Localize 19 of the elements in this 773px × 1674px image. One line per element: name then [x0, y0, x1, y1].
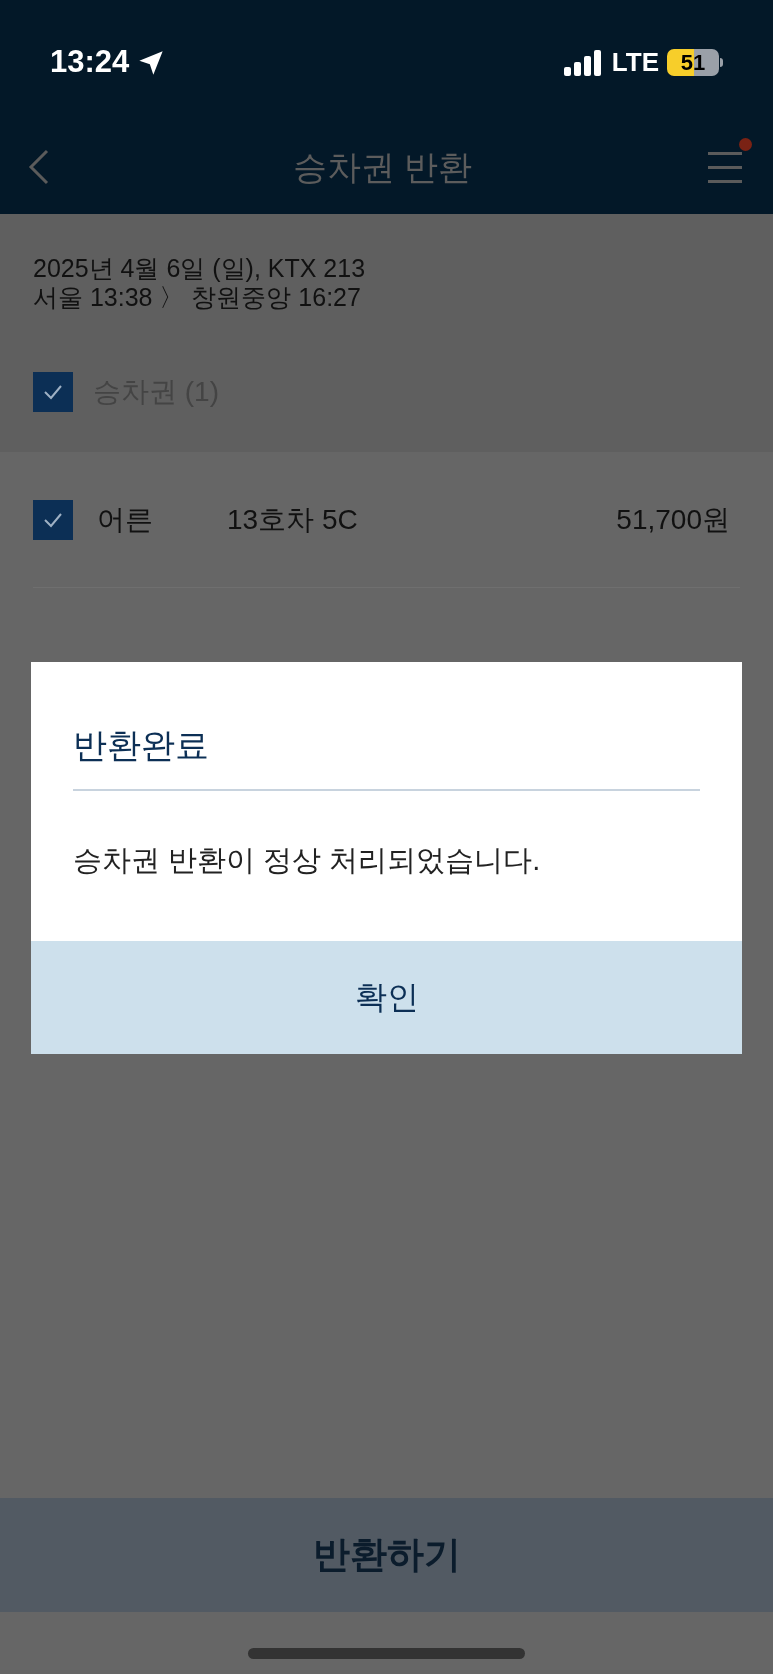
journey-route: 서울 13:38 〉 창원중앙 16:27 — [33, 283, 362, 312]
ticket-price: 51,700원 — [616, 502, 730, 537]
page-title: 승차권 반환 — [292, 146, 473, 188]
journey-date: 2025년 4월 6일 (일), KTX 213 — [33, 254, 367, 283]
checkbox[interactable] — [33, 499, 73, 540]
dialog-title: 반환완료 — [73, 720, 700, 791]
confirm-button[interactable]: 확인 — [31, 940, 742, 1054]
chevron-left-icon — [27, 149, 49, 185]
passenger-type: 어른 — [97, 502, 154, 537]
menu-button[interactable] — [708, 138, 752, 186]
signal-icon — [563, 49, 604, 76]
checkbox[interactable] — [33, 372, 73, 412]
network-label: LTE — [611, 46, 659, 79]
battery-indicator: 51 — [667, 49, 723, 76]
seat-info: 13호차 5C — [227, 502, 358, 537]
status-time: 13:24 — [50, 43, 130, 82]
location-arrow-icon — [137, 48, 166, 77]
menu-icon — [708, 150, 742, 184]
dialog-message: 승차권 반환이 정상 처리되었습니다. — [73, 843, 542, 878]
